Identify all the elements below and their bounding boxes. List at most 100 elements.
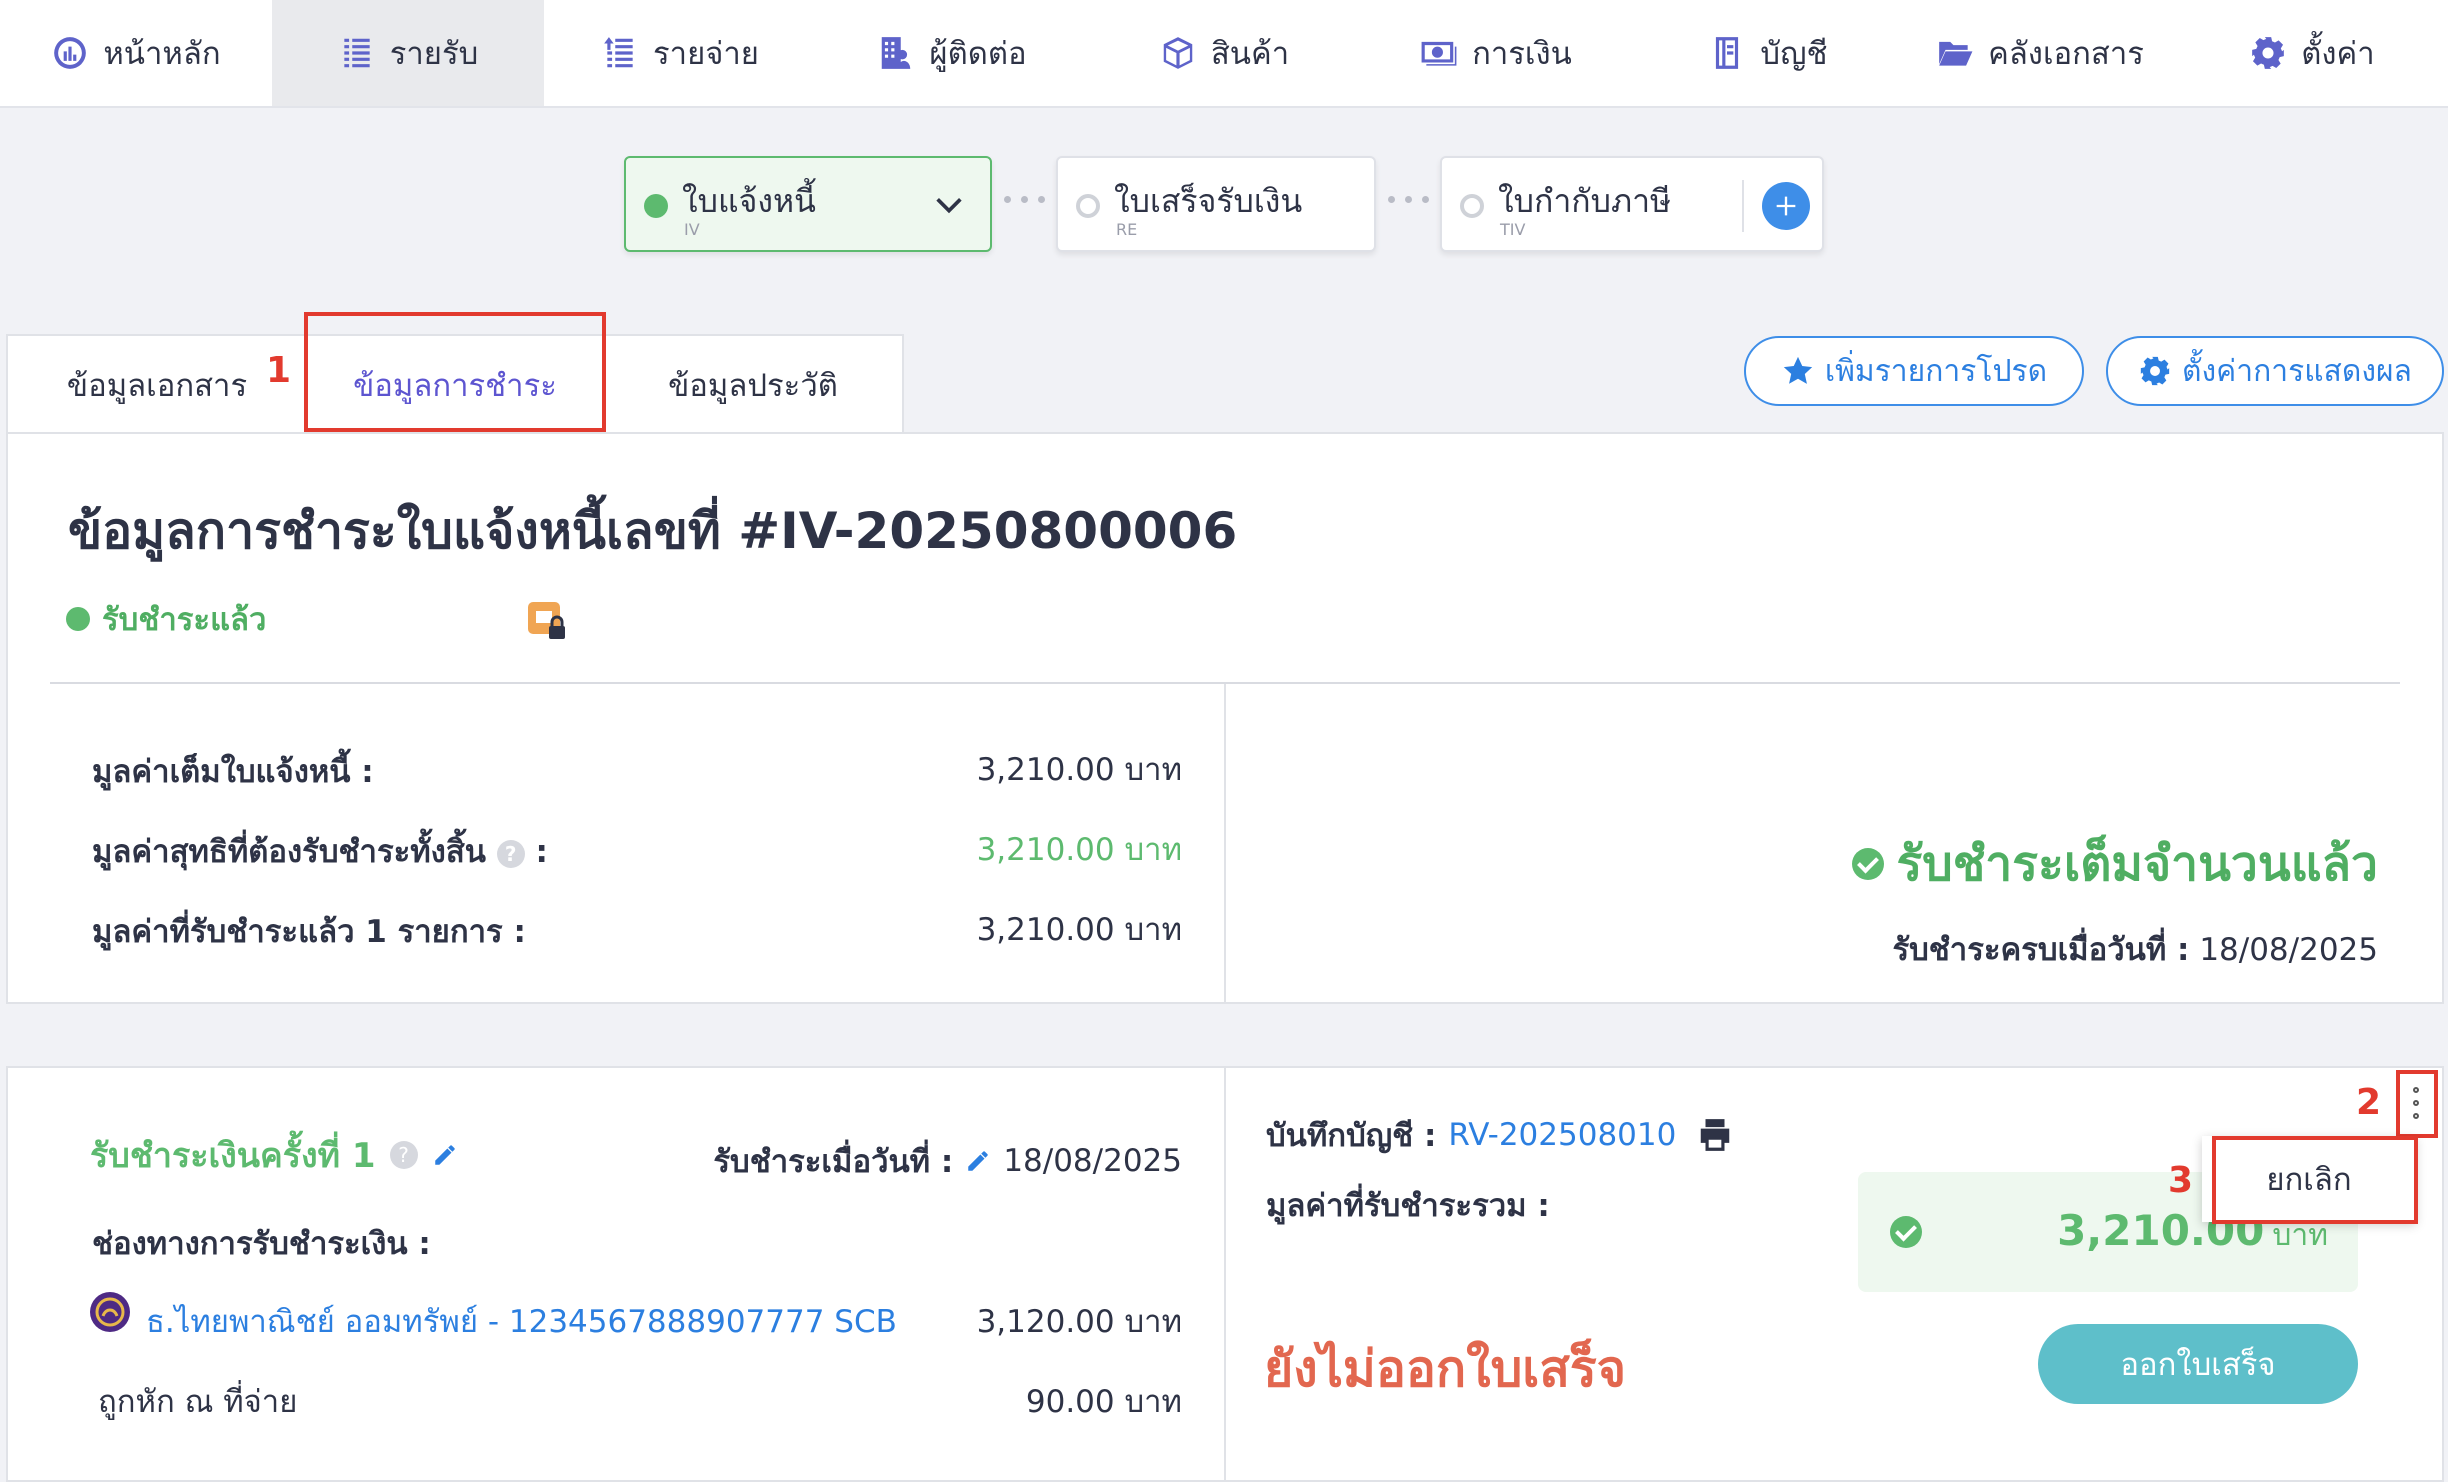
plus-icon	[1776, 196, 1796, 216]
help-icon[interactable]: ?	[389, 1141, 418, 1169]
status-badge: รับชำระแล้ว	[66, 594, 266, 644]
edit-icon[interactable]	[432, 1142, 458, 1168]
add-document-button[interactable]	[1762, 182, 1810, 230]
payment-date: 18/08/2025	[1003, 1143, 1182, 1179]
edit-icon[interactable]	[965, 1148, 991, 1174]
annotation-number-2: 2	[2356, 1082, 2382, 1123]
payment-date-label: รับชำระเมื่อวันที่ :	[713, 1144, 954, 1180]
dot	[2413, 1113, 2419, 1119]
gear-icon	[2252, 37, 2285, 69]
status-dot	[1460, 194, 1484, 218]
tab-label: ข้อมูลประวัติ	[668, 368, 838, 404]
nav-item-expense[interactable]: รายจ่าย	[544, 0, 816, 106]
withholding-amount: 90.00 บาท	[1025, 1384, 1182, 1420]
nav-label: ตั้งค่า	[2301, 36, 2375, 72]
tab-history[interactable]: ข้อมูลประวัติ	[602, 334, 904, 434]
nav-item-finance[interactable]: การเงิน	[1360, 0, 1632, 106]
nav-item-contacts[interactable]: ผู้ติดต่อ	[816, 0, 1088, 106]
nav-label: หน้าหลัก	[103, 36, 221, 72]
divider	[1224, 684, 1226, 1002]
ledger-icon	[1716, 37, 1739, 69]
add-favorite-button[interactable]: เพิ่มรายการโปรด	[1744, 336, 2084, 406]
divider	[1224, 1068, 1226, 1482]
bank-amount: 3,120.00 บาท	[976, 1304, 1182, 1340]
display-settings-button[interactable]: ตั้งค่าการแสดงผล	[2106, 336, 2444, 406]
nav-item-income[interactable]: รายรับ	[272, 0, 544, 106]
net-value-text: มูลค่าสุทธิที่ต้องรับชำระทั้งสิ้น	[92, 834, 486, 870]
nav-item-accounting[interactable]: บัญชี	[1632, 0, 1904, 106]
nav-label: รายจ่าย	[653, 36, 759, 72]
status-dot	[1076, 194, 1100, 218]
contacts-icon	[882, 37, 911, 69]
printer-icon[interactable]	[1696, 1116, 1734, 1154]
completed-date-label: รับชำระครบเมื่อวันที่ :	[1892, 932, 2190, 968]
check-circle-icon	[1890, 1216, 1922, 1248]
journal-link[interactable]: RV-202508010	[1448, 1117, 1676, 1153]
net-value-label: มูลค่าสุทธิที่ต้องรับชำระทั้งสิ้น ? :	[92, 826, 548, 876]
step-code: RE	[1116, 220, 1138, 239]
button-label: เพิ่มรายการโปรด	[1824, 353, 2048, 389]
nav-item-products[interactable]: สินค้า	[1088, 0, 1360, 106]
nav-label: บัญชี	[1760, 36, 1828, 72]
check-circle-icon	[1852, 848, 1885, 880]
status-label: รับชำระแล้ว	[102, 602, 267, 638]
step-tax-invoice[interactable]: ใบกำกับภาษี TIV	[1440, 156, 1824, 252]
cancel-menu-item[interactable]: ยกเลิก	[2202, 1136, 2416, 1222]
received-value: 3,210.00 บาท	[976, 912, 1182, 948]
scb-bank-icon	[90, 1292, 130, 1332]
payment-date-row: รับชำระเมื่อวันที่ : 18/08/2025	[713, 1136, 1182, 1186]
fully-paid-label: รับชำระเต็มจำนวนแล้ว	[1896, 836, 2378, 892]
completed-date: 18/08/2025	[2199, 932, 2378, 968]
help-icon[interactable]: ?	[496, 839, 525, 868]
journal-label: บันทึกบัญชี :	[1266, 1118, 1437, 1154]
tab-document-info[interactable]: ข้อมูลเอกสาร	[6, 334, 308, 434]
step-label: ใบเสร็จรับเงิน	[1114, 182, 1303, 220]
nav-label: รายรับ	[389, 36, 479, 72]
payment-title: รับชำระเงินครั้งที่ 1	[90, 1136, 376, 1176]
step-connector	[1004, 196, 1045, 203]
dot	[2413, 1100, 2419, 1106]
box-icon	[1163, 37, 1193, 69]
tab-payment-info[interactable]: ข้อมูลการชำระ	[306, 334, 604, 434]
status-dot	[66, 607, 90, 631]
step-receipt[interactable]: ใบเสร็จรับเงิน RE	[1056, 156, 1376, 252]
status-dot	[644, 194, 668, 218]
net-value-colon: :	[535, 834, 548, 870]
gear-icon	[2140, 356, 2170, 386]
expense-icon	[604, 37, 633, 68]
currency: บาท	[2272, 1218, 2328, 1253]
page-title: ข้อมูลการชำระใบแจ้งหนี้เลขที่ #IV-202508…	[68, 502, 1238, 560]
chevron-down-icon[interactable]	[932, 188, 966, 222]
nav-item-home[interactable]: หน้าหลัก	[0, 0, 272, 106]
income-icon	[344, 38, 370, 68]
nav-label: การเงิน	[1472, 36, 1572, 72]
step-connector	[1388, 196, 1429, 203]
step-code: TIV	[1500, 220, 1526, 239]
tab-label: ข้อมูลการชำระ	[353, 368, 557, 404]
fully-paid-status: รับชำระเต็มจำนวนแล้ว	[1852, 826, 2378, 902]
nav-item-settings[interactable]: ตั้งค่า	[2176, 0, 2448, 106]
nav-label: คลังเอกสาร	[1988, 36, 2144, 72]
full-value: 3,210.00 บาท	[976, 752, 1182, 788]
channel-label: ช่องทางการรับชำระเงิน :	[92, 1226, 431, 1262]
nav-label: สินค้า	[1210, 36, 1290, 72]
annotation-number-3: 3	[2168, 1160, 2194, 1201]
dashboard-icon	[54, 37, 87, 69]
net-value: 3,210.00 บาท	[976, 832, 1182, 868]
nav-item-documents[interactable]: คลังเอกสาร	[1904, 0, 2176, 106]
star-icon	[1783, 356, 1813, 384]
menu-item-label: ยกเลิก	[2266, 1162, 2352, 1198]
bank-account-link[interactable]: ธ.ไทยพาณิชย์ ออมทรัพย์ - 123456788890777…	[146, 1296, 897, 1346]
button-label: ออกใบเสร็จ	[2120, 1347, 2276, 1383]
total-received-label: มูลค่าที่รับชำระรวม :	[1266, 1188, 1550, 1224]
completed-date-row: รับชำระครบเมื่อวันที่ : 18/08/2025	[1892, 924, 2378, 974]
money-icon	[1421, 41, 1457, 66]
step-code: IV	[684, 220, 700, 239]
step-invoice[interactable]: ใบแจ้งหนี้ IV	[624, 156, 992, 252]
more-options-button[interactable]	[2398, 1072, 2434, 1134]
issue-receipt-button[interactable]: ออกใบเสร็จ	[2038, 1324, 2358, 1404]
button-label: ตั้งค่าการแสดงผล	[2182, 353, 2412, 389]
annotation-number-1: 1	[266, 350, 292, 391]
tab-label: ข้อมูลเอกสาร	[66, 368, 248, 404]
top-nav: หน้าหลัก รายรับ รายจ่าย ผู้ติดต่อ สินค้า…	[0, 0, 2448, 108]
